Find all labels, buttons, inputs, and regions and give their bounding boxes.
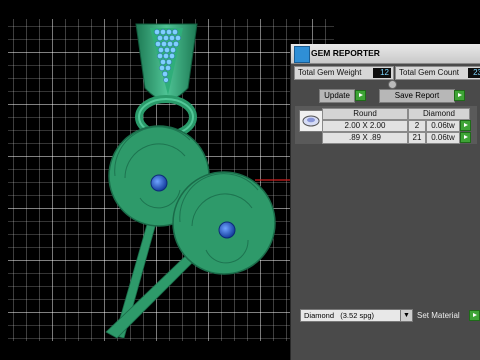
update-button[interactable]: Update (319, 89, 355, 103)
material-select-value: Diamond (3.52 spg) (304, 311, 375, 320)
table-row-size: .89 X .89 (322, 132, 408, 144)
gem-reporter-panel: GEM REPORTER Total Gem Weight 12 Total G… (290, 44, 480, 360)
table-row-count: 2 (408, 120, 426, 132)
collapse-toggle-icon[interactable] (388, 80, 397, 89)
total-count-label: Total Gem Count (399, 68, 460, 77)
chevron-down-icon[interactable]: ▼ (400, 310, 412, 321)
row-select-arrow-icon[interactable] (460, 120, 471, 131)
gem-left (150, 174, 168, 192)
material-select[interactable]: Diamond (3.52 spg) ▼ (300, 309, 413, 322)
save-report-button[interactable]: Save Report (379, 89, 455, 103)
table-row-weight: 0.06tw (426, 132, 460, 144)
update-arrow-icon[interactable] (355, 90, 366, 101)
table-row-weight: 0.06tw (426, 120, 460, 132)
gem-reporter-icon (294, 46, 310, 63)
row-select-arrow-icon[interactable] (460, 132, 471, 143)
gem-right (218, 221, 236, 239)
table-row-count: 21 (408, 132, 426, 144)
panel-titlebar[interactable]: GEM REPORTER (291, 44, 480, 64)
set-material-arrow-icon[interactable] (469, 310, 480, 321)
total-weight-value: 12 (373, 68, 391, 78)
total-weight-row: Total Gem Weight 12 (294, 66, 394, 80)
gem-shape-icon[interactable] (299, 110, 323, 132)
total-count-row: Total Gem Count 23 (395, 66, 480, 80)
column-header-shape: Round (322, 108, 408, 120)
panel-title: GEM REPORTER (311, 48, 380, 58)
table-row-size: 2.00 X 2.00 (322, 120, 408, 132)
column-header-material: Diamond (408, 108, 470, 120)
total-weight-label: Total Gem Weight (298, 68, 362, 77)
save-report-arrow-icon[interactable] (454, 90, 465, 101)
set-material-label[interactable]: Set Material (417, 311, 460, 320)
total-count-value: 23 (468, 68, 480, 78)
